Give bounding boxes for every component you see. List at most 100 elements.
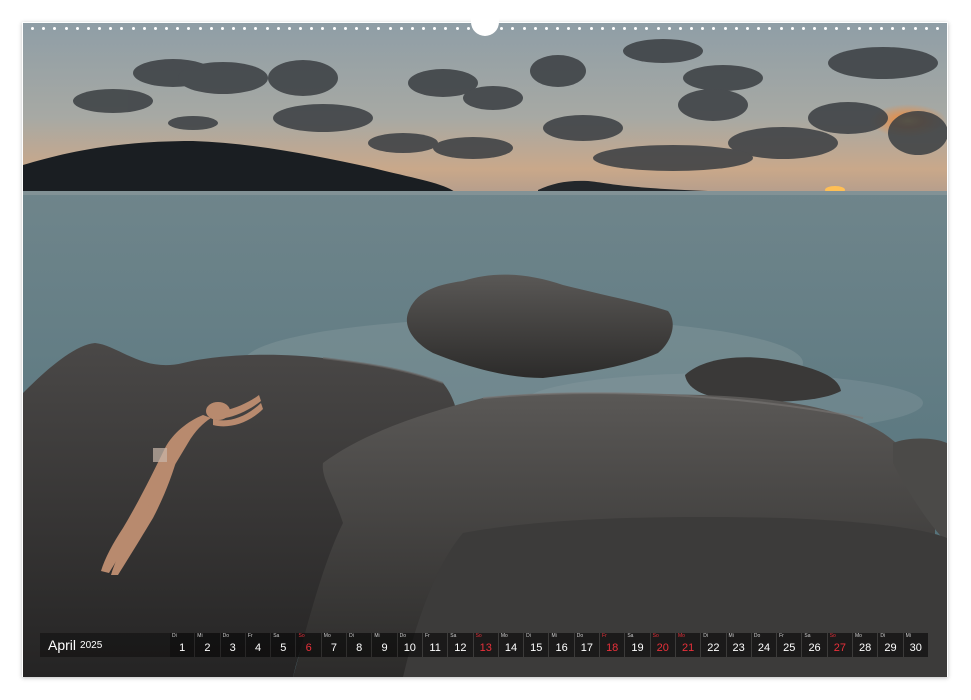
binding-ring xyxy=(567,26,571,30)
binding-ring xyxy=(634,26,638,30)
day-cell: Mo 28 xyxy=(853,633,878,657)
binding-ring xyxy=(466,26,470,30)
day-cell: Fr 4 xyxy=(245,633,271,657)
binding-ring xyxy=(31,26,34,30)
weekday-label: Di xyxy=(703,633,708,639)
day-cell: So 13 xyxy=(473,633,498,657)
binding-ring xyxy=(891,26,895,30)
weekday-label: Sa xyxy=(627,633,634,639)
weekday-label: Do xyxy=(576,633,584,639)
day-number: 18 xyxy=(606,642,619,654)
day-cell: Di 22 xyxy=(701,633,726,657)
binding-ring xyxy=(86,26,90,30)
calendar-strip: April 2025 Di 1 Mi 2 Do 3 Fr 4 Sa 5 So 6 Mo 7 Di 8 Mi 9 Do… xyxy=(40,632,930,658)
binding-ring xyxy=(544,26,548,30)
binding-ring xyxy=(690,26,694,30)
day-number: 23 xyxy=(732,642,745,654)
day-cell: Mo 7 xyxy=(321,633,347,657)
binding-ring xyxy=(880,26,884,30)
binding-ring xyxy=(902,26,906,30)
binding-ring xyxy=(533,26,537,30)
binding-ring xyxy=(142,26,146,30)
binding-ring xyxy=(813,26,817,30)
binding-ring xyxy=(377,26,381,30)
binding-ring xyxy=(712,26,716,30)
weekday-label: Mo xyxy=(500,633,508,639)
day-cell: Sa 12 xyxy=(448,633,473,657)
day-number: 29 xyxy=(884,642,897,654)
day-cell: Do 10 xyxy=(397,633,422,657)
seascape-photo xyxy=(23,23,947,677)
binding-ring xyxy=(801,26,805,30)
binding-ring xyxy=(556,26,560,30)
day-cell: Mo 14 xyxy=(498,633,524,657)
binding-ring xyxy=(98,26,102,30)
day-number: 20 xyxy=(656,642,669,654)
weekday-label: Sa xyxy=(804,633,811,639)
binding-ring xyxy=(734,26,738,30)
binding-ring xyxy=(835,26,839,30)
weekday-label: Mo xyxy=(677,633,685,639)
weekday-label: Mi xyxy=(374,633,380,639)
binding-ring xyxy=(678,26,682,30)
binding-ring xyxy=(410,26,414,30)
binding-ring xyxy=(109,26,113,30)
weekday-label: Fr xyxy=(779,633,784,639)
month-name: April xyxy=(48,637,77,653)
day-cell: Mi 16 xyxy=(549,633,574,657)
day-number: 6 xyxy=(305,642,312,654)
day-number: 30 xyxy=(909,642,922,654)
weekday-label: Di xyxy=(880,633,886,639)
weekday-label: So xyxy=(829,633,836,639)
weekday-label: Mi xyxy=(905,633,911,639)
day-number: 11 xyxy=(429,642,441,654)
day-number: 5 xyxy=(280,642,287,654)
day-cells: Di 1 Mi 2 Do 3 Fr 4 Sa 5 So 6 Mo 7 Di 8 Mi 9 Do 10 Fr 11 Sa 12 S… xyxy=(170,633,928,657)
binding-ring xyxy=(321,26,325,30)
binding-ring xyxy=(433,26,437,30)
weekday-label: Sa xyxy=(273,633,280,639)
binding-ring xyxy=(64,26,68,30)
day-number: 10 xyxy=(403,642,416,654)
day-number: 17 xyxy=(580,642,594,654)
binding-ring xyxy=(645,26,649,30)
weekday-label: Do xyxy=(222,633,229,639)
binding-ring xyxy=(790,26,794,30)
binding-ring xyxy=(53,26,57,30)
weekday-label: So xyxy=(652,633,659,639)
binding-ring xyxy=(42,26,46,30)
binding-ring xyxy=(779,26,783,30)
day-number: 16 xyxy=(555,642,568,654)
binding-ring xyxy=(824,26,828,30)
day-cell: Mi 9 xyxy=(372,633,397,657)
weekday-label: Do xyxy=(399,633,407,639)
weekday-label: Di xyxy=(349,633,354,639)
day-cell: Mi 30 xyxy=(903,633,928,657)
binding-ring xyxy=(846,26,850,30)
day-number: 12 xyxy=(454,642,467,654)
binding-ring xyxy=(444,26,448,30)
day-number: 9 xyxy=(381,642,388,654)
month-label: April 2025 xyxy=(40,633,170,657)
day-cell: Do 24 xyxy=(751,633,777,657)
day-cell: So 27 xyxy=(827,633,853,657)
binding-ring xyxy=(611,26,615,30)
binding-ring xyxy=(276,26,280,30)
year: 2025 xyxy=(80,639,103,651)
binding-ring xyxy=(153,26,157,30)
binding-ring xyxy=(366,26,370,30)
binding-ring xyxy=(299,26,303,30)
binding-ring xyxy=(187,26,191,30)
weekday-label: Mi xyxy=(197,633,203,639)
day-cell: Fr 25 xyxy=(777,633,802,657)
binding-ring xyxy=(310,26,314,30)
binding-ring xyxy=(935,26,939,30)
day-number: 22 xyxy=(707,642,720,654)
day-number: 25 xyxy=(783,642,796,654)
binding-ring xyxy=(511,26,515,30)
day-cell: So 20 xyxy=(650,633,675,657)
binding-ring xyxy=(768,26,772,30)
weekday-label: Mi xyxy=(728,633,734,639)
binding-ring xyxy=(209,26,213,30)
binding-ring xyxy=(198,26,202,30)
